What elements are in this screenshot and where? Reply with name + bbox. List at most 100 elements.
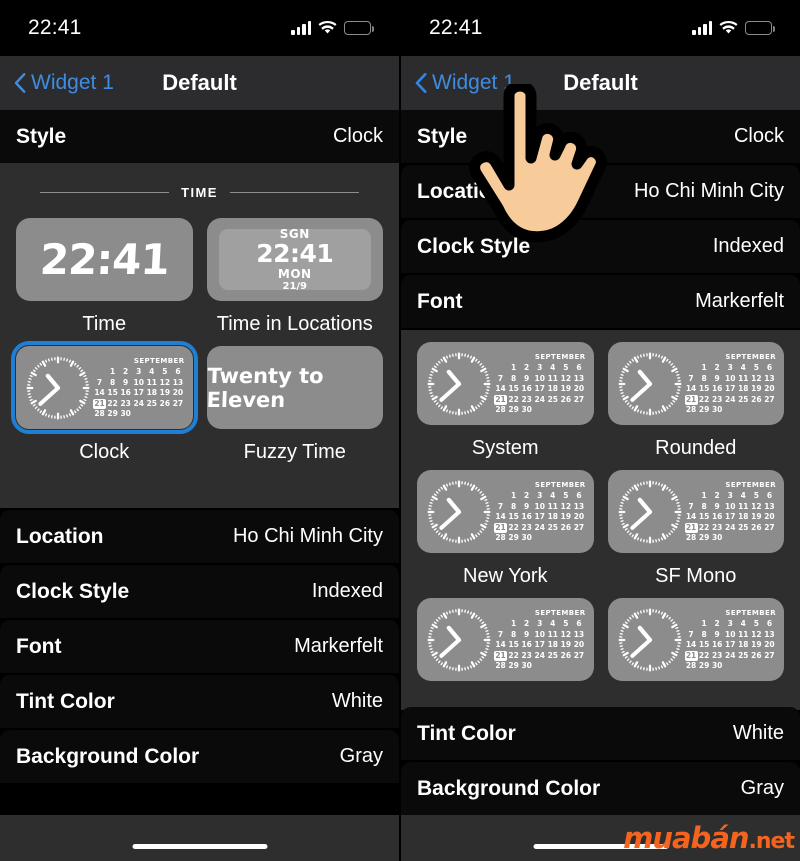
calendar-day: 3	[537, 490, 543, 500]
row-value: Markerfelt	[695, 290, 784, 312]
row-value: Gray	[740, 777, 784, 799]
wifi-icon	[719, 21, 738, 35]
calendar-day: 4	[149, 366, 155, 376]
calendar-day	[559, 405, 572, 416]
calendar-day: 12	[560, 501, 572, 511]
font-option-label: SF Mono	[655, 565, 737, 587]
cellular-bars-icon	[692, 21, 712, 35]
back-button-right[interactable]: Widget 1	[415, 71, 515, 95]
calendar-day: 15	[698, 640, 710, 650]
calendar-day: 14	[495, 512, 506, 522]
calendar-day: 1	[510, 362, 517, 372]
calendar-week-row: 21 22 23 24 25 26 27	[494, 394, 586, 406]
style-option-label: Time in Locations	[216, 313, 373, 335]
calendar-day	[145, 409, 158, 420]
calendar-day: 24	[534, 522, 545, 532]
clock-calendar-preview: SEPTEMBER 1 2 3 4 5 6 7 8 9 10 11 12 13 14 15 16 17 18 19 2…	[16, 346, 193, 429]
font-option-partial-left[interactable]: SEPTEMBER 1 2 3 4 5 6 7 8 9 10 11 12 13 14 15 16 17 18 19 2…	[417, 598, 594, 693]
style-option-clock[interactable]: SEPTEMBER 1 2 3 4 5 6 7 8 9 10 11 12 13 14 15 16 17 18 19 2…	[11, 341, 198, 464]
calendar-grid: SEPTEMBER 1 2 3 4 5 6 7 8 9 10 11 12 13 14 15 16 17 18 19 2…	[683, 348, 785, 419]
row-style-left[interactable]: Style Clock	[0, 110, 399, 163]
calendar-day: 22	[698, 650, 710, 660]
font-option-label: Rounded	[655, 437, 737, 459]
calendar-week-row: 14 15 16 17 18 19 20	[685, 640, 777, 651]
font-option-rounded[interactable]: SEPTEMBER 1 2 3 4 5 6 7 8 9 10 11 12 13 14 15 16 17 18 19 2…	[607, 342, 785, 460]
calendar-day: 4	[550, 490, 556, 500]
row-location[interactable]: Location Ho Chi Minh City	[401, 165, 800, 218]
row-font[interactable]: Font Markerfelt	[0, 620, 399, 673]
calendar-day: 17	[534, 640, 545, 650]
calendar-week-row: 28 29 30	[494, 533, 586, 544]
calendar-day: 8	[109, 377, 116, 387]
calendar-day: 9	[524, 501, 530, 511]
calendar-day: 12	[751, 501, 762, 511]
calendar-day	[763, 405, 776, 416]
calendar-day: 24	[534, 394, 545, 404]
chevron-left-icon	[415, 73, 427, 93]
calendar-day: 9	[714, 501, 720, 511]
calendar-grid: SEPTEMBER 1 2 3 4 5 6 7 8 9 10 11 12 13 14 15 16 17 18 19 2…	[492, 348, 594, 419]
row-location[interactable]: Location Ho Chi Minh City	[0, 510, 399, 563]
calendar-day: 6	[576, 362, 582, 372]
row-value: Clock	[733, 125, 784, 147]
calendar-day: 26	[751, 522, 762, 532]
row-tint-color[interactable]: Tint Color White	[0, 675, 399, 728]
calendar-day: 13	[573, 629, 585, 639]
calendar-day: 27	[764, 522, 775, 532]
calendar-day: 13	[764, 501, 775, 511]
calendar-day: 3	[727, 618, 733, 628]
calendar-day: 28	[685, 661, 697, 671]
calendar-day: 17	[534, 384, 545, 394]
calendar-week-row: 7 8 9 10 11 12 13	[685, 374, 777, 385]
calendar-day: 16	[711, 384, 723, 394]
calendar-week-row: 123456	[685, 491, 777, 502]
row-background-color[interactable]: Background Color Gray	[0, 730, 399, 783]
back-button-label: Widget 1	[432, 71, 515, 94]
analog-clock-face	[426, 607, 492, 673]
row-tint-color[interactable]: Tint Color White	[401, 707, 800, 760]
style-option-time[interactable]: 22:41 Time	[16, 218, 193, 336]
battery-low-power-icon	[745, 21, 775, 35]
calendar-week-row: 14 15 16 17 18 19 20	[494, 384, 586, 395]
font-option-sf-mono[interactable]: SEPTEMBER 1 2 3 4 5 6 7 8 9 10 11 12 13 14 15 16 17 18 19 2…	[607, 470, 784, 588]
calendar-month: SEPTEMBER	[725, 480, 776, 489]
calendar-day: 30	[711, 405, 723, 415]
row-background-color[interactable]: Background Color Gray	[401, 762, 800, 815]
calendar-day: 26	[560, 522, 572, 532]
calendar-week-row: 28 29 30	[685, 533, 777, 544]
row-clock-style[interactable]: Clock Style Indexed	[0, 565, 399, 618]
style-option-fuzzy-time[interactable]: Twenty to Eleven Fuzzy Time	[206, 346, 383, 464]
row-value: Indexed	[712, 235, 784, 257]
calendar-week-row: 21 22 23 24 25 26 27	[93, 398, 185, 410]
watermark-suffix: .net	[748, 829, 795, 854]
row-style[interactable]: Style Clock	[401, 110, 800, 163]
watermark-main: muabán	[623, 821, 749, 855]
calendar-day: 7	[688, 501, 694, 511]
calendar-day: 22	[107, 398, 118, 408]
calendar-day	[724, 405, 737, 416]
font-option-partial-right[interactable]: SEPTEMBER 1 2 3 4 5 6 7 8 9 10 11 12 13 14 15 16 17 18 19 2…	[607, 598, 784, 693]
calendar-day	[685, 619, 698, 630]
calendar-day: 8	[701, 629, 707, 639]
preview-tile-clock-calendar: SEPTEMBER 1 2 3 4 5 6 7 8 9 10 11 12 13 14 15 16 17 18 19 2…	[417, 598, 594, 681]
calendar-week-row: 14 15 16 17 18 19 20	[494, 512, 586, 523]
calendar-day: 12	[751, 373, 762, 383]
calendar-day: 17	[725, 384, 736, 394]
back-button-left[interactable]: Widget 1	[14, 71, 114, 95]
calendar-day: 3	[537, 618, 543, 628]
row-clock-style[interactable]: Clock Style Indexed	[401, 220, 800, 273]
watermark: muabán.net	[623, 821, 795, 855]
calendar-day	[546, 661, 559, 672]
font-option-system[interactable]: SEPTEMBER 1 2 3 4 5 6 7 8 9 10 11 12 13 14 15 16 17 18 19 2…	[417, 342, 594, 460]
home-indicator-area-left	[0, 815, 399, 861]
calendar-day: 28	[495, 661, 506, 671]
font-option-new-york[interactable]: SEPTEMBER 1 2 3 4 5 6 7 8 9 10 11 12 13 14 15 16 17 18 19 2…	[417, 470, 594, 588]
calendar-week-row: 123456	[685, 363, 777, 374]
calendar-week-row: 7 8 9 10 11 12 13	[494, 630, 586, 641]
style-option-time-in-locations[interactable]: SGN 22:41 MON 21/9 Time in Locations	[206, 218, 383, 336]
calendar-day: 15	[698, 512, 710, 522]
calendar-day: 29	[107, 409, 118, 419]
calendar-week-row: 14 15 16 17 18 19 20	[685, 384, 777, 395]
home-indicator[interactable]	[132, 844, 267, 849]
row-font[interactable]: Font Markerfelt	[401, 275, 800, 328]
